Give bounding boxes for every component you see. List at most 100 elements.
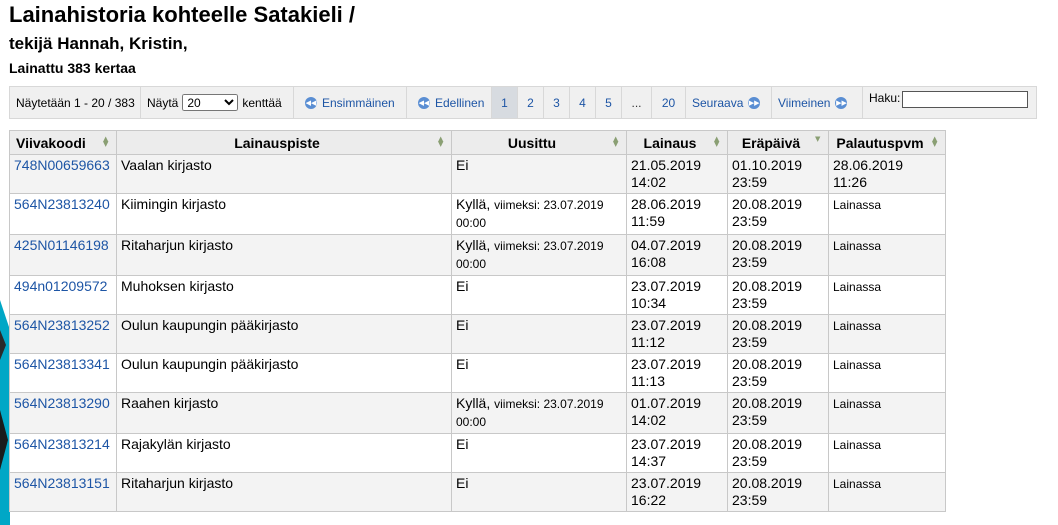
branch-text: Oulun kaupungin pääkirjasto [121,317,299,333]
column-header-branch[interactable]: Lainauspiste ▲ ▼ [116,130,452,155]
barcode-link[interactable]: 564N23813240 [14,196,110,212]
show-suffix: kenttää [242,95,282,110]
sort-icon: ▲ ▼ [438,135,444,148]
barcode-cell: 494n01209572 [9,275,117,315]
renewed-text: Kyllä, [456,395,491,411]
ellipsis-text: ... [631,95,642,110]
branch-text: Oulun kaupungin pääkirjasto [121,356,299,372]
barcode-link[interactable]: 494n01209572 [14,278,107,294]
returned-cell: Lainassa [828,234,946,276]
barcode-link[interactable]: 425N01146198 [14,237,109,253]
returned-cell: Lainassa [828,472,946,512]
barcode-link[interactable]: 564N23813290 [14,395,110,411]
checkout-cell: 21.05.2019 14:02 [626,154,728,194]
previous-page-button[interactable]: ◀◀ Edellinen [407,87,492,118]
returned-date: Lainassa [833,438,882,452]
barcode-cell: 564N23813240 [9,193,117,235]
last-page-button[interactable]: Viimeinen ▶▶ [772,87,863,118]
renewed-text: Ei [456,436,469,452]
next-page-button[interactable]: Seuraava ▶▶ [686,87,772,118]
checkout-cell: 28.06.2019 11:59 [626,193,728,235]
returned-cell: Lainassa [828,193,946,235]
returned-cell: Lainassa [828,433,946,473]
page-5-button[interactable]: 5 [596,87,622,118]
due-date: 20.08.2019 [732,317,803,333]
checkout-date: 21.05.2019 [631,157,702,173]
due-date: 20.08.2019 [732,237,803,253]
pagination-toolbar: Näytetään 1 - 20 / 383 Näytä 20 kenttää … [9,86,1037,119]
checkout-date: 23.07.2019 [631,475,702,491]
due-time: 23:59 [732,334,768,350]
due-time: 23:59 [732,174,768,190]
barcode-link[interactable]: 564N23813151 [14,475,110,491]
page-4-button[interactable]: 4 [570,87,596,118]
due-time: 23:59 [732,213,768,229]
renewed-text: Ei [456,356,469,372]
sort-icon: ▲ ▼ [932,135,938,148]
due-date: 20.08.2019 [732,475,803,491]
column-header-due-date[interactable]: Eräpäivä ▼ [727,130,829,155]
due-cell: 20.08.2019 23:59 [727,193,829,235]
branch-cell: Oulun kaupungin pääkirjasto [116,353,452,393]
renewed-cell: Ei [451,353,627,393]
column-header-returned[interactable]: Palautuspvm ▲ ▼ [828,130,946,155]
first-page-label: Ensimmäinen [322,95,395,110]
returned-cell: Lainassa [828,314,946,354]
checkout-cell: 23.07.2019 10:34 [626,275,728,315]
search-input[interactable] [902,91,1029,108]
branch-cell: Ritaharjun kirjasto [116,472,452,512]
header-label: Lainaus [643,134,697,151]
page-20-button[interactable]: 20 [652,87,686,118]
due-cell: 20.08.2019 23:59 [727,472,829,512]
column-header-renewed[interactable]: Uusittu ▲ ▼ [451,130,627,155]
barcode-cell: 425N01146198 [9,234,117,276]
first-page-button[interactable]: ◀◀ Ensimmäinen [294,87,407,118]
due-cell: 20.08.2019 23:59 [727,433,829,473]
column-header-checkout[interactable]: Lainaus ▲ ▼ [626,130,728,155]
page-size-select[interactable]: 20 [182,94,239,111]
barcode-cell: 564N23813290 [9,392,117,434]
checkout-date: 23.07.2019 [631,317,702,333]
renewed-cell: Kyllä, viimeksi: 23.07.2019 00:00 [451,392,627,434]
returned-date: 28.06.2019 [833,157,904,173]
table-row: 564N23813151 Ritaharjun kirjasto Ei 23.07.… [9,472,946,512]
column-header-barcode[interactable]: Viivakoodi ▲ ▼ [9,130,117,155]
page-1-button[interactable]: 1 [492,87,518,118]
barcode-link[interactable]: 564N23813214 [14,436,110,452]
renewed-cell: Ei [451,314,627,354]
due-time: 23:59 [732,254,768,270]
due-date: 20.08.2019 [732,436,803,452]
checkout-cell: 01.07.2019 14:02 [626,392,728,434]
checkout-time: 14:37 [631,453,667,469]
due-date: 20.08.2019 [732,356,803,372]
checkout-date: 04.07.2019 [631,237,702,253]
sort-icon: ▲ ▼ [714,135,720,148]
table-row: 564N23813341 Oulun kaupungin pääkirjasto E… [9,353,946,393]
due-cell: 20.08.2019 23:59 [727,275,829,315]
due-time: 23:59 [732,492,768,508]
returned-date: Lainassa [833,239,882,253]
checkout-time: 16:22 [631,492,667,508]
checkout-date: 01.07.2019 [631,395,702,411]
barcode-link[interactable]: 748N00659663 [14,157,110,173]
barcode-link[interactable]: 564N23813341 [14,356,110,372]
checkout-date: 23.07.2019 [631,356,702,372]
due-time: 23:59 [732,295,768,311]
checkout-time: 11:59 [631,213,665,229]
table-row: 564N23813252 Oulun kaupungin pääkirjasto E… [9,314,946,354]
returned-cell: 28.06.2019 11:26 [828,154,946,194]
checkout-time: 11:12 [631,334,665,350]
branch-text: Raahen kirjasto [121,395,219,411]
barcode-cell: 748N00659663 [9,154,117,194]
barcode-link[interactable]: 564N23813252 [14,317,110,333]
header-label: Palautuspvm [836,134,924,151]
page-3-button[interactable]: 3 [544,87,570,118]
branch-text: Kiimingin kirjasto [121,196,227,212]
renewed-text: Ei [456,317,469,333]
page-2-button[interactable]: 2 [518,87,544,118]
renewed-cell: Ei [451,433,627,473]
returned-date: Lainassa [833,477,882,491]
previous-page-icon: ◀◀ [418,96,430,109]
branch-text: Ritaharjun kirjasto [121,237,234,253]
returned-date: Lainassa [833,397,882,411]
